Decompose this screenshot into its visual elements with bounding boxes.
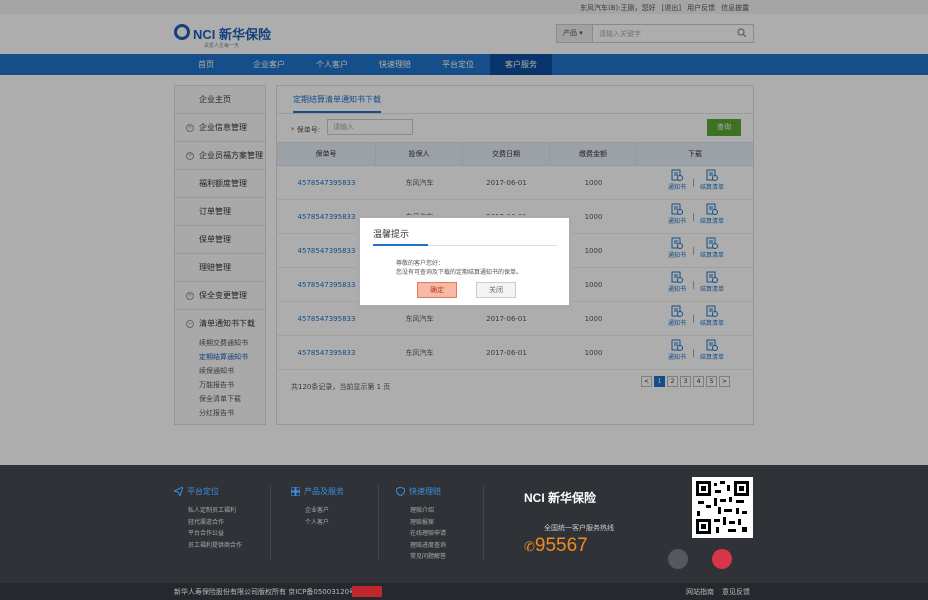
footer-logo: NCI 新华保险 — [524, 491, 597, 505]
footer: 平台定位 私人定制员工福利 轻代渠道合作 平台合作公益 员工福利提供商合作 产品… — [0, 465, 928, 583]
footer-divider — [483, 485, 484, 560]
footer-link[interactable]: 个人客户 — [291, 517, 344, 529]
footer-col-claims: 快速理赔 理赔介绍 理赔报案 在线理赔申请 理赔进度查询 常见问题解答 — [396, 486, 446, 563]
notice-dialog: 温馨提示 尊敬的客户您好： 您没有可查询及下载的定期结算通知书的保单。 确定 关… — [357, 215, 572, 308]
grid-icon — [291, 487, 300, 496]
feedback-footer-link[interactable]: 意见反馈 — [722, 587, 750, 597]
footer-divider — [378, 485, 379, 560]
footer-link[interactable]: 企业客户 — [291, 505, 344, 517]
footer-link[interactable]: 理赔报案 — [396, 517, 446, 529]
hotline-number: ✆95567 — [524, 535, 588, 556]
qr-code — [692, 477, 753, 538]
dialog-message-line1: 尊敬的客户您好： — [396, 260, 445, 267]
dialog-title-accent — [373, 244, 428, 246]
shield-icon — [396, 487, 405, 496]
qr-code-image — [696, 481, 749, 534]
footer-link[interactable]: 理赔进度查询 — [396, 540, 446, 552]
footer-divider — [270, 485, 271, 560]
weibo-icon[interactable] — [712, 549, 732, 569]
site-guide-link[interactable]: 网站指南 — [686, 587, 714, 597]
copyright: 新华人寿保险股份有限公司版权所有 京ICP备05003120号 — [174, 588, 357, 596]
footer-link[interactable]: 平台合作公益 — [174, 528, 242, 540]
bottom-bar: 新华人寿保险股份有限公司版权所有 京ICP备05003120号 网站指南 意见反… — [0, 583, 928, 600]
footer-link[interactable]: 理赔介绍 — [396, 505, 446, 517]
footer-link[interactable]: 在线理赔申请 — [396, 528, 446, 540]
footer-link[interactable]: 员工福利提供商合作 — [174, 540, 242, 552]
dialog-confirm-button[interactable]: 确定 — [417, 282, 457, 298]
paper-plane-icon — [174, 487, 183, 496]
dialog-message-line2: 您没有可查询及下载的定期结算通知书的保单。 — [396, 269, 523, 276]
footer-link[interactable]: 轻代渠道合作 — [174, 517, 242, 529]
dialog-title: 温馨提示 — [373, 230, 410, 240]
footer-col-platform: 平台定位 私人定制员工福利 轻代渠道合作 平台合作公益 员工福利提供商合作 — [174, 486, 242, 551]
wechat-icon[interactable] — [668, 549, 688, 569]
dialog-close-button[interactable]: 关闭 — [476, 282, 516, 298]
license-badge-icon — [352, 586, 382, 597]
footer-col-products: 产品及服务 企业客户 个人客户 — [291, 486, 344, 528]
hotline-label: 全国统一客户服务热线 — [544, 524, 614, 532]
footer-link[interactable]: 常见问题解答 — [396, 551, 446, 563]
footer-link[interactable]: 私人定制员工福利 — [174, 505, 242, 517]
